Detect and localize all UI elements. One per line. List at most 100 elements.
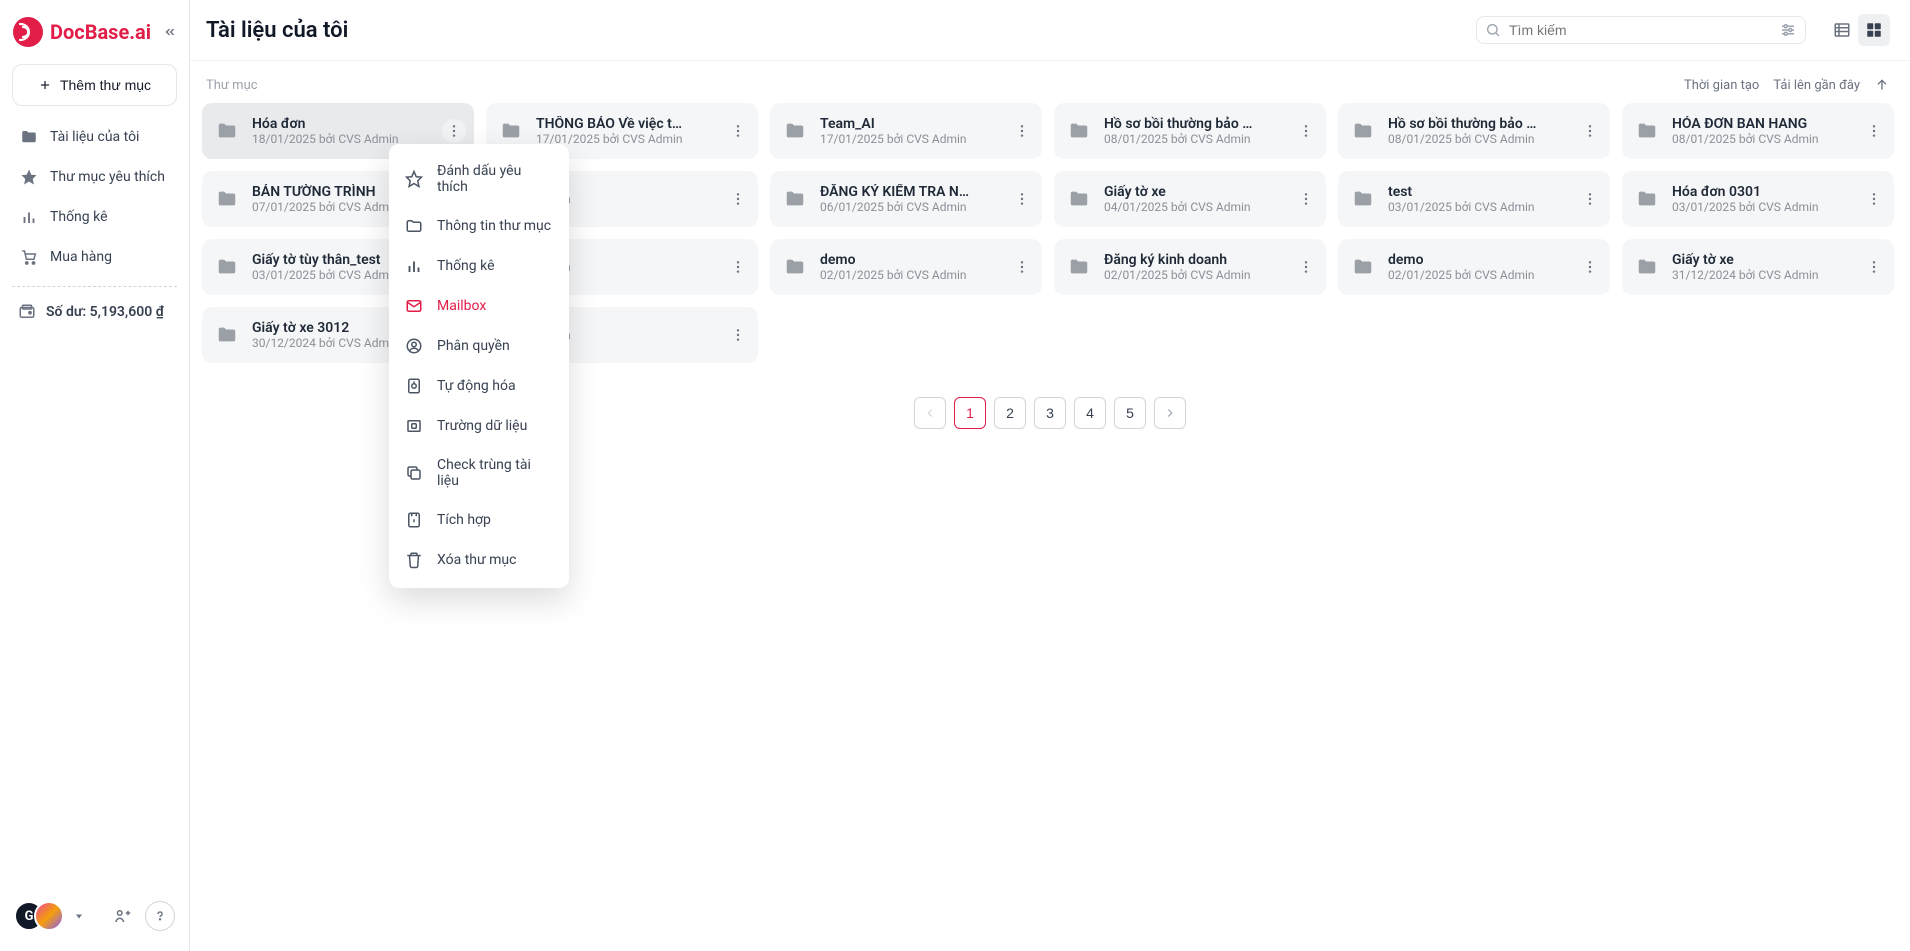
folder-card[interactable]: demo02/01/2025 bởi CVS Admin <box>1338 239 1610 295</box>
folder-card[interactable]: demo02/01/2025 bởi CVS Admin <box>770 239 1042 295</box>
folder-info: test03/01/2025 bởi CVS Admin <box>1388 184 1570 214</box>
folder-icon <box>216 324 238 346</box>
add-folder-label: Thêm thư mục <box>60 77 151 93</box>
folder-more-button[interactable] <box>1862 119 1886 143</box>
help-button[interactable] <box>145 901 175 931</box>
folder-meta: 31/12/2024 bởi CVS Admin <box>1672 268 1854 282</box>
sidebar-item-0[interactable]: Tài liệu của tôi <box>10 118 179 156</box>
avatar-stack[interactable]: G <box>14 901 64 931</box>
folder-icon <box>20 128 38 146</box>
topbar: Tài liệu của tôi <box>190 0 1910 61</box>
folder-icon <box>500 120 522 142</box>
folder-icon <box>216 188 238 210</box>
sort-recent-label[interactable]: Tải lên gần đây <box>1773 78 1860 93</box>
folder-more-button[interactable] <box>1578 187 1602 211</box>
folder-title: demo <box>820 252 1002 268</box>
folder-more-button[interactable] <box>726 255 750 279</box>
sort-direction-icon[interactable] <box>1874 77 1890 93</box>
folder-more-button[interactable] <box>1010 187 1034 211</box>
folder-meta: 08/01/2025 bởi CVS Admin <box>1672 132 1854 146</box>
folder-icon <box>1068 256 1090 278</box>
folder-more-button[interactable] <box>1010 119 1034 143</box>
stats-icon <box>20 208 38 226</box>
folder-icon <box>216 256 238 278</box>
folder-card[interactable]: test03/01/2025 bởi CVS Admin <box>1338 171 1610 227</box>
folder-more-button[interactable] <box>726 323 750 347</box>
page-button-4[interactable]: 4 <box>1074 397 1106 429</box>
ctx-item[interactable]: Mailbox <box>389 286 569 326</box>
folder-more-button[interactable] <box>442 119 466 143</box>
ctx-item[interactable]: Phân quyền <box>389 326 569 366</box>
folder-more-button[interactable] <box>1294 119 1318 143</box>
folder-more-button[interactable] <box>726 187 750 211</box>
folder-more-button[interactable] <box>1294 255 1318 279</box>
folder-card[interactable]: Hóa đơn 030103/01/2025 bởi CVS Admin <box>1622 171 1894 227</box>
folder-title: Hồ sơ bồi thường bảo … <box>1388 116 1570 132</box>
add-folder-button[interactable]: Thêm thư mục <box>12 64 177 106</box>
folder-more-button[interactable] <box>1862 187 1886 211</box>
switch-role-button[interactable] <box>107 901 137 931</box>
folder-info: demo02/01/2025 bởi CVS Admin <box>820 252 1002 282</box>
folder-more-button[interactable] <box>1578 119 1602 143</box>
folder-card[interactable]: ĐĂNG KÝ KIỂM TRA N…06/01/2025 bởi CVS Ad… <box>770 171 1042 227</box>
avatar-secondary <box>34 901 64 931</box>
folder-card[interactable]: Đăng ký kinh doanh02/01/2025 bởi CVS Adm… <box>1054 239 1326 295</box>
sidebar-collapse-button[interactable] <box>163 25 177 39</box>
folder-icon <box>216 120 238 142</box>
ctx-item[interactable]: Tích hợp <box>389 500 569 540</box>
ctx-item[interactable]: Thông tin thư mục <box>389 206 569 246</box>
folder-more-button[interactable] <box>1010 255 1034 279</box>
folder-more-button[interactable] <box>726 119 750 143</box>
star-icon <box>20 168 38 186</box>
search-box[interactable] <box>1476 16 1806 44</box>
folder-more-button[interactable] <box>1578 255 1602 279</box>
page-button-5[interactable]: 5 <box>1114 397 1146 429</box>
sidebar-item-2[interactable]: Thống kê <box>10 198 179 236</box>
balance-row[interactable]: Số dư: 5,193,600 ₫ <box>8 297 181 327</box>
folder-info: THÔNG BÁO Về việc t…17/01/2025 bởi CVS A… <box>536 116 718 146</box>
folder-card[interactable]: Team_AI17/01/2025 bởi CVS Admin <box>770 103 1042 159</box>
cart-icon <box>20 248 38 266</box>
folder-card[interactable]: Hồ sơ bồi thường bảo …08/01/2025 bởi CVS… <box>1338 103 1610 159</box>
folder-card[interactable]: Giấy tờ xe04/01/2025 bởi CVS Admin <box>1054 171 1326 227</box>
ctx-item-label: Xóa thư mục <box>437 552 516 568</box>
page-next-button[interactable] <box>1154 397 1186 429</box>
folder-meta: 08/01/2025 bởi CVS Admin <box>1388 132 1570 146</box>
sidebar-item-1[interactable]: Thư mục yêu thích <box>10 158 179 196</box>
page-button-1[interactable]: 1 <box>954 397 986 429</box>
folder-title: demo <box>1388 252 1570 268</box>
folder-info: Hóa đơn18/01/2025 bởi CVS Admin <box>252 116 434 146</box>
page-button-2[interactable]: 2 <box>994 397 1026 429</box>
ctx-item[interactable]: Tự động hóa <box>389 366 569 406</box>
mail-icon <box>405 297 423 315</box>
page-prev-button[interactable] <box>914 397 946 429</box>
folder-info: Hóa đơn 030103/01/2025 bởi CVS Admin <box>1672 184 1854 214</box>
folder-outline-icon <box>405 217 423 235</box>
ctx-item[interactable]: Check trùng tài liệu <box>389 446 569 500</box>
ctx-item[interactable]: Xóa thư mục <box>389 540 569 580</box>
ctx-item[interactable]: Thống kê <box>389 246 569 286</box>
view-list-button[interactable] <box>1826 14 1858 46</box>
view-grid-button[interactable] <box>1858 14 1890 46</box>
ctx-item[interactable]: Đánh dấu yêu thích <box>389 152 569 206</box>
sort-time-label[interactable]: Thời gian tạo <box>1684 78 1759 93</box>
folder-more-button[interactable] <box>1862 255 1886 279</box>
folder-card[interactable]: Hồ sơ bồi thường bảo …08/01/2025 bởi CVS… <box>1054 103 1326 159</box>
folder-card[interactable]: HÓA ĐƠN BAN HANG08/01/2025 bởi CVS Admin <box>1622 103 1894 159</box>
sidebar-item-3[interactable]: Mua hàng <box>10 238 179 276</box>
ctx-item[interactable]: Trường dữ liệu <box>389 406 569 446</box>
folder-title: Giấy tờ xe <box>1104 184 1286 200</box>
folder-title: ĐĂNG KÝ KIỂM TRA N… <box>820 184 1002 200</box>
folder-meta: 17/01/2025 bởi CVS Admin <box>820 132 1002 146</box>
folder-context-menu: Đánh dấu yêu thíchThông tin thư mụcThống… <box>389 144 569 588</box>
folder-more-button[interactable] <box>1294 187 1318 211</box>
search-input[interactable] <box>1509 22 1771 38</box>
folder-card[interactable]: Giấy tờ xe31/12/2024 bởi CVS Admin <box>1622 239 1894 295</box>
folder-info: Hồ sơ bồi thường bảo …08/01/2025 bởi CVS… <box>1388 116 1570 146</box>
plus-icon <box>38 78 52 92</box>
filter-icon[interactable] <box>1779 21 1797 39</box>
page-button-3[interactable]: 3 <box>1034 397 1066 429</box>
folder-icon <box>784 120 806 142</box>
user-menu-caret[interactable] <box>70 901 88 931</box>
logo-text: DocBase.ai <box>50 20 151 44</box>
